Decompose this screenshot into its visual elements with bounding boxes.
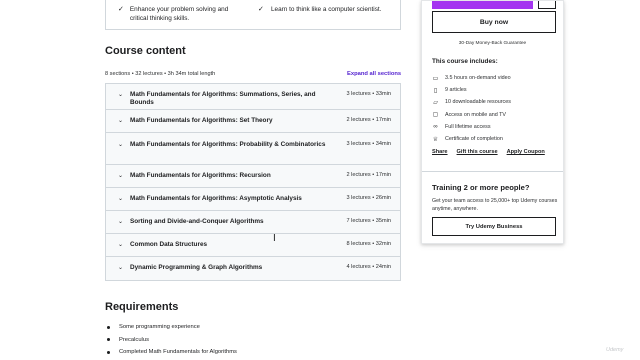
list-item: ▭ 3.5 hours on-demand video xyxy=(432,72,511,84)
chevron-down-icon: ⌄ xyxy=(118,173,124,179)
mouse-cursor-icon: I xyxy=(273,233,276,244)
share-link[interactable]: Share xyxy=(432,149,448,155)
learn-item-text: Enhance your problem solving and critica… xyxy=(129,6,229,22)
bullet-icon xyxy=(107,338,110,342)
include-text: 3.5 hours on-demand video xyxy=(445,75,511,82)
section-row[interactable]: ⌄ Sorting and Divide-and-Conquer Algorit… xyxy=(106,211,400,234)
training-heading: Training 2 or more people? xyxy=(432,183,530,192)
file-icon: ▯ xyxy=(433,87,438,94)
section-lecture-count: 4 lectures • 24min xyxy=(346,264,391,270)
course-content-meta: 8 sections • 32 lectures • 3h 34m total … xyxy=(105,71,216,77)
requirements-list: Some programming experience Precalculus … xyxy=(105,321,237,359)
course-includes-list: ▭ 3.5 hours on-demand video ▯ 9 articles ▱… xyxy=(432,72,511,145)
include-text: 10 downloadable resources xyxy=(445,99,511,106)
learn-item-text: Learn to think like a computer scientist… xyxy=(271,6,382,13)
section-row[interactable]: ⌄ Math Fundamentals for Algorithms: Asym… xyxy=(106,188,400,211)
section-lecture-count: 8 lectures • 32min xyxy=(346,241,391,247)
video-icon: ▭ xyxy=(432,75,439,82)
include-text: Certificate of completion xyxy=(445,136,503,143)
list-item: ▱ 10 downloadable resources xyxy=(432,96,511,108)
expand-all-sections-button[interactable]: Expand all sections xyxy=(347,71,401,77)
section-lecture-count: 2 lectures • 17min xyxy=(346,172,391,178)
section-title: Math Fundamentals for Algorithms: Asympt… xyxy=(130,195,302,202)
section-title: Math Fundamentals for Algorithms: Summat… xyxy=(130,91,316,107)
section-title: Dynamic Programming & Graph Algorithms xyxy=(130,264,263,271)
requirements-heading: Requirements xyxy=(105,301,179,313)
section-lecture-count: 2 lectures • 17min xyxy=(346,117,391,123)
try-udemy-business-button[interactable]: Try Udemy Business xyxy=(432,217,556,236)
mobile-icon: ▢ xyxy=(432,112,439,119)
check-icon: ✓ xyxy=(258,6,264,13)
section-title: Sorting and Divide-and-Conquer Algorithm… xyxy=(130,218,264,225)
learn-item: ✓ Enhance your problem solving and criti… xyxy=(118,5,248,23)
check-icon: ✓ xyxy=(118,6,124,13)
learn-item: ✓ Learn to think like a computer scienti… xyxy=(258,5,398,14)
include-text: Full lifetime access xyxy=(445,123,491,130)
chevron-down-icon: ⌄ xyxy=(118,265,124,271)
chevron-down-icon: ⌄ xyxy=(118,142,124,148)
section-row[interactable]: ⌄ Math Fundamentals for Algorithms: Summ… xyxy=(106,84,400,110)
section-lecture-count: 7 lectures • 35min xyxy=(346,218,391,224)
chevron-down-icon: ⌄ xyxy=(118,219,124,225)
list-item: Some programming experience xyxy=(105,321,237,334)
chevron-down-icon: ⌄ xyxy=(118,118,124,124)
section-lecture-count: 3 lectures • 33min xyxy=(346,91,391,97)
bullet-icon xyxy=(107,325,110,329)
section-title: Math Fundamentals for Algorithms: Recurs… xyxy=(130,172,271,179)
section-title: Common Data Structures xyxy=(130,241,208,248)
gift-course-link[interactable]: Gift this course xyxy=(457,149,498,155)
requirement-text: Completed Math Fundamentals for Algorith… xyxy=(119,349,237,356)
course-actions: Share Gift this course Apply Coupon xyxy=(432,149,554,155)
section-row[interactable]: ⌄ Math Fundamentals for Algorithms: Recu… xyxy=(106,165,400,188)
course-content-heading: Course content xyxy=(105,45,186,57)
course-includes-heading: This course includes: xyxy=(432,58,498,65)
divider xyxy=(422,171,563,172)
money-back-guarantee: 30-Day Money-Back Guarantee xyxy=(458,41,527,46)
list-item: Completed Math Fundamentals for Algorith… xyxy=(105,346,237,359)
what-you-learn-box: ✓ Enhance your problem solving and criti… xyxy=(105,0,401,30)
udemy-watermark: Udemy xyxy=(606,347,624,353)
bullet-icon xyxy=(107,350,110,354)
list-item: ∞ Full lifetime access xyxy=(432,121,511,133)
requirement-text: Some programming experience xyxy=(119,324,200,331)
purchase-sidebar-card: Buy now 30-Day Money-Back Guarantee This… xyxy=(421,0,564,244)
section-row[interactable]: ⌄ Dynamic Programming & Graph Algorithms… xyxy=(106,257,400,280)
infinity-icon: ∞ xyxy=(433,123,438,130)
list-item: ▯ 9 articles xyxy=(432,84,511,96)
include-text: 9 articles xyxy=(445,87,467,94)
section-lecture-count: 3 lectures • 34min xyxy=(346,141,391,147)
apply-coupon-link[interactable]: Apply Coupon xyxy=(507,149,545,155)
section-lecture-count: 3 lectures • 26min xyxy=(346,195,391,201)
chevron-down-icon: ⌄ xyxy=(118,196,124,202)
section-row[interactable]: ⌄ Math Fundamentals for Algorithms: Prob… xyxy=(106,133,400,165)
folder-icon: ▱ xyxy=(433,99,438,106)
list-item: ♕ Certificate of completion xyxy=(432,133,511,145)
section-row[interactable]: ⌄ Common Data Structures 8 lectures • 32… xyxy=(106,234,400,257)
course-curriculum-accordion: ⌄ Math Fundamentals for Algorithms: Summ… xyxy=(105,83,401,281)
section-row[interactable]: ⌄ Math Fundamentals for Algorithms: Set … xyxy=(106,110,400,133)
include-text: Access on mobile and TV xyxy=(445,111,507,118)
requirement-text: Precalculus xyxy=(119,336,149,343)
buy-now-button[interactable]: Buy now xyxy=(432,11,556,33)
list-item: Precalculus xyxy=(105,334,237,347)
add-to-cart-button[interactable] xyxy=(432,1,533,9)
chevron-down-icon: ⌄ xyxy=(118,242,124,248)
section-title: Math Fundamentals for Algorithms: Set Th… xyxy=(130,117,273,124)
section-title: Math Fundamentals for Algorithms: Probab… xyxy=(130,141,326,148)
chevron-down-icon: ⌄ xyxy=(118,92,124,98)
wishlist-button[interactable] xyxy=(538,1,556,9)
training-description: Get your team access to 25,000+ top Udem… xyxy=(432,198,558,212)
list-item: ▢ Access on mobile and TV xyxy=(432,109,511,121)
trophy-icon: ♕ xyxy=(432,136,439,143)
